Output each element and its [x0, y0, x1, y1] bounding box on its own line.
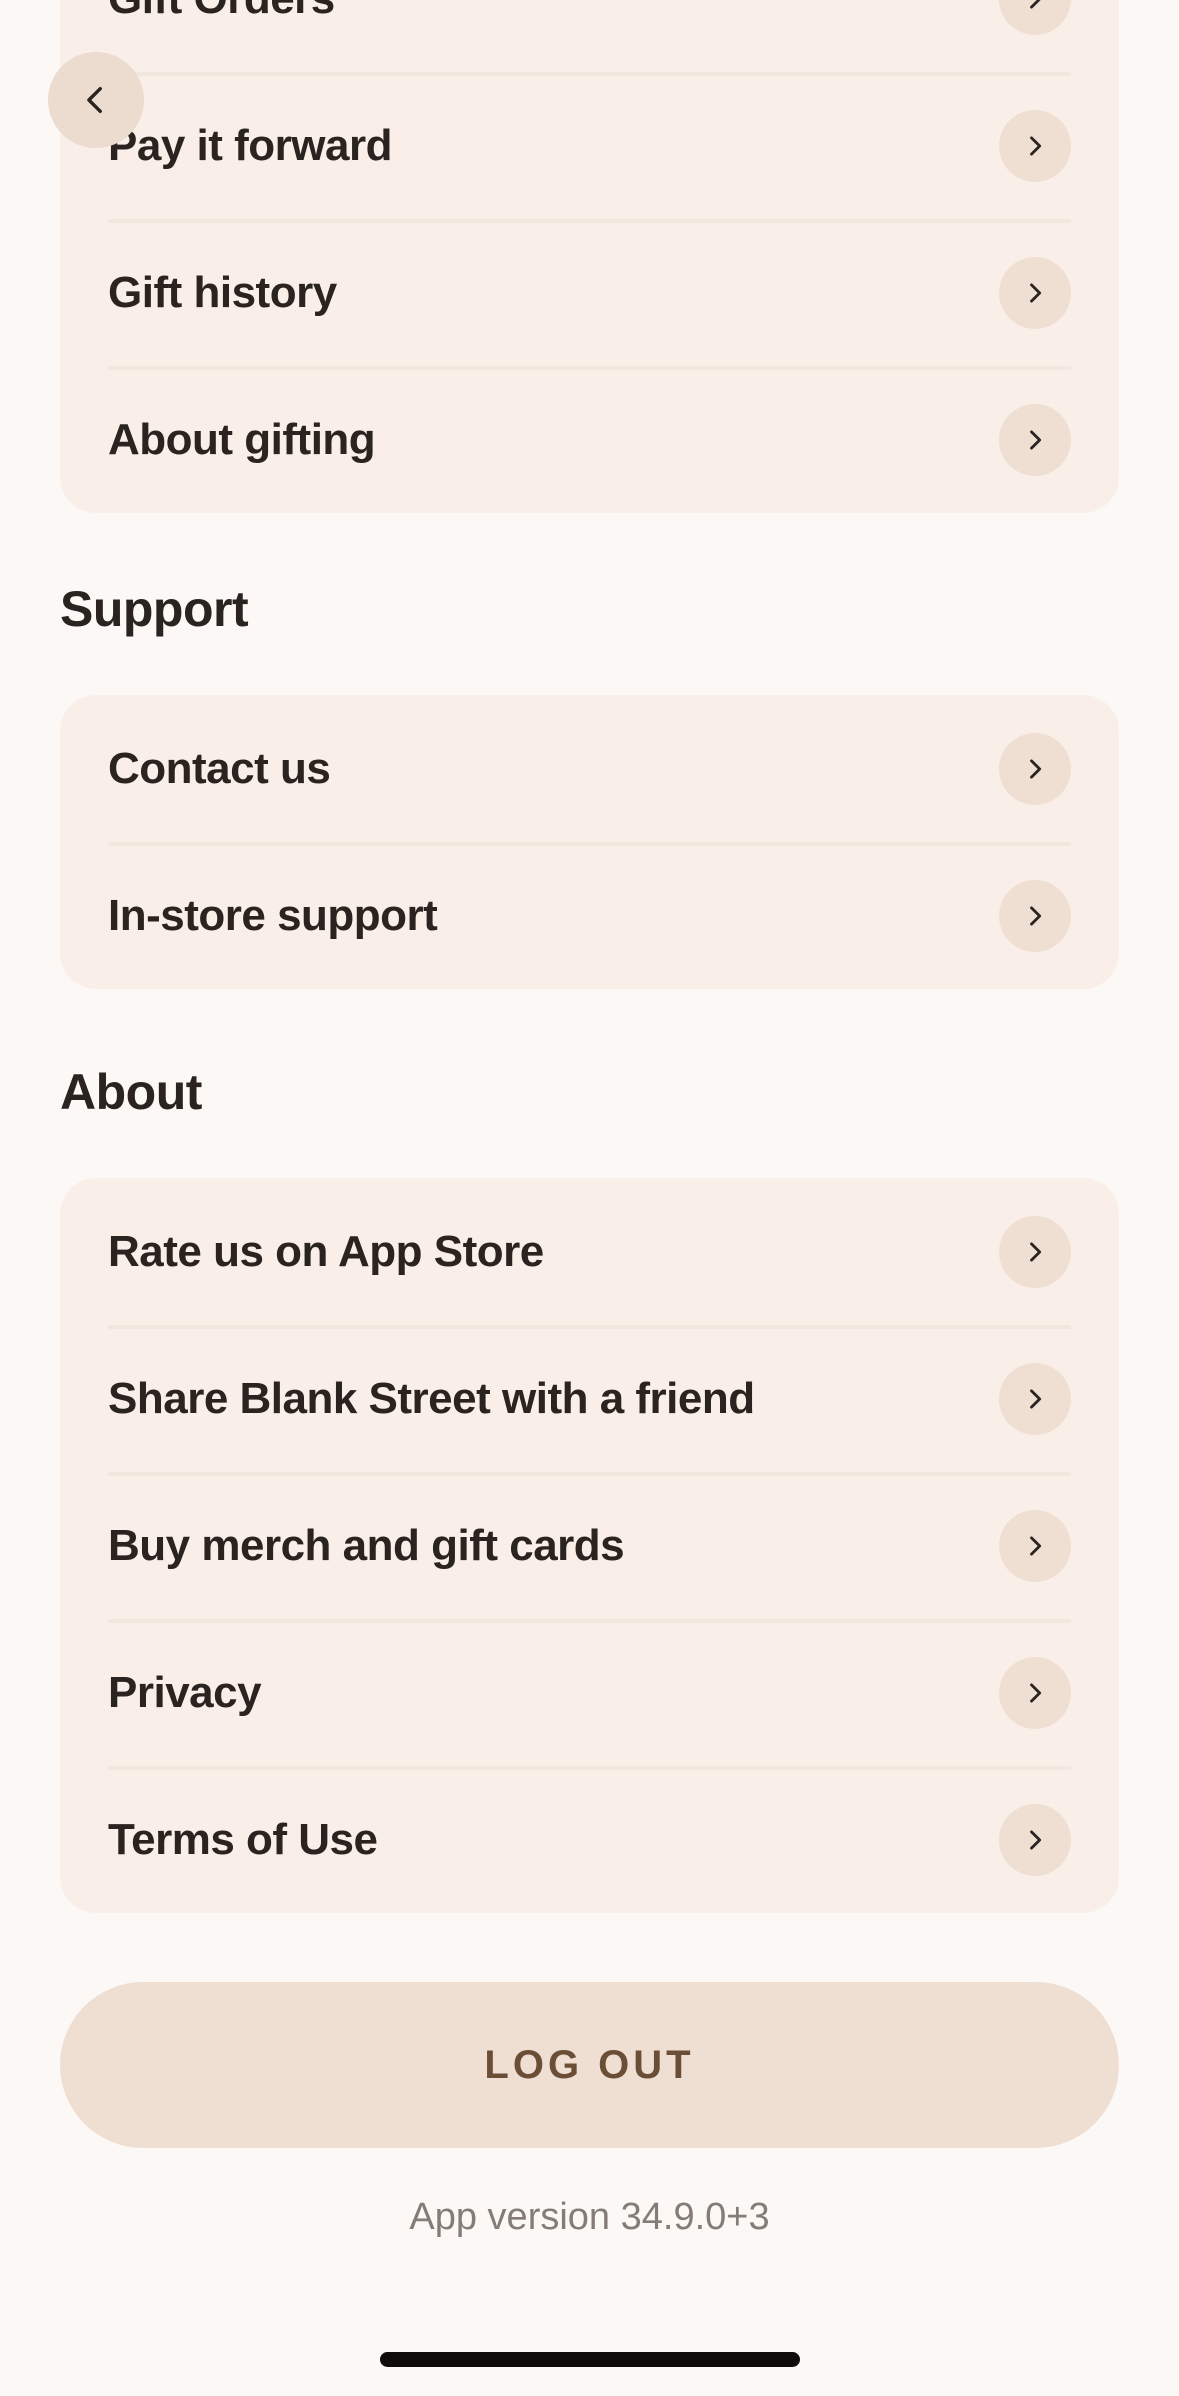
support-card: Contact us In-store support [60, 695, 1119, 989]
menu-item-label: Contact us [108, 743, 331, 793]
chevron-right-icon [999, 109, 1071, 182]
logout-button[interactable]: LOG OUT [60, 1982, 1119, 2148]
menu-item-buy-merch[interactable]: Buy merch and gift cards [60, 1472, 1119, 1619]
chevron-right-icon [999, 1362, 1071, 1435]
chevron-right-icon [999, 1215, 1071, 1288]
menu-item-label: Gift Orders [108, 0, 999, 24]
menu-item-terms-of-use[interactable]: Terms of Use [60, 1766, 1119, 1913]
chevron-right-icon [999, 1656, 1071, 1729]
chevron-right-icon [999, 1803, 1071, 1876]
chevron-right-icon [999, 732, 1071, 805]
menu-item-gift-history[interactable]: Gift history [60, 219, 1119, 366]
chevron-right-icon [999, 256, 1071, 329]
menu-item-label: Buy merch and gift cards [108, 1520, 625, 1570]
chevron-right-icon [999, 0, 1071, 35]
menu-item-label: Pay it forward [108, 120, 392, 170]
menu-item-about-gifting[interactable]: About gifting [60, 366, 1119, 513]
menu-item-share-app[interactable]: Share Blank Street with a friend [60, 1325, 1119, 1472]
about-section-title: About [60, 1064, 202, 1120]
menu-item-label: Share Blank Street with a friend [108, 1373, 755, 1423]
back-button[interactable] [48, 52, 144, 148]
menu-item-privacy[interactable]: Privacy [60, 1619, 1119, 1766]
about-card: Rate us on App Store Share Blank Street … [60, 1178, 1119, 1913]
gifting-card: Gift Orders Pay it forward Gift history … [60, 0, 1119, 513]
chevron-right-icon [999, 1509, 1071, 1582]
menu-item-label: Gift history [108, 267, 337, 317]
menu-item-label: Rate us on App Store [108, 1226, 544, 1276]
settings-screen: Gift Orders Pay it forward Gift history … [0, 0, 1179, 2396]
menu-item-label: About gifting [108, 414, 376, 464]
menu-item-gift-orders[interactable]: Gift Orders [60, 0, 1119, 72]
home-indicator [380, 2352, 800, 2367]
menu-item-contact-us[interactable]: Contact us [60, 695, 1119, 842]
chevron-right-icon [999, 879, 1071, 952]
chevron-right-icon [999, 403, 1071, 476]
menu-item-pay-it-forward[interactable]: Pay it forward [60, 72, 1119, 219]
menu-item-label: In-store support [108, 890, 438, 940]
app-version-text: App version 34.9.0+3 [409, 2196, 770, 2238]
menu-item-label: Privacy [108, 1667, 262, 1717]
menu-item-in-store-support[interactable]: In-store support [60, 842, 1119, 989]
support-section-title: Support [60, 581, 249, 637]
menu-item-rate-app[interactable]: Rate us on App Store [60, 1178, 1119, 1325]
chevron-left-icon [87, 86, 102, 114]
menu-item-label: Terms of Use [108, 1814, 378, 1864]
